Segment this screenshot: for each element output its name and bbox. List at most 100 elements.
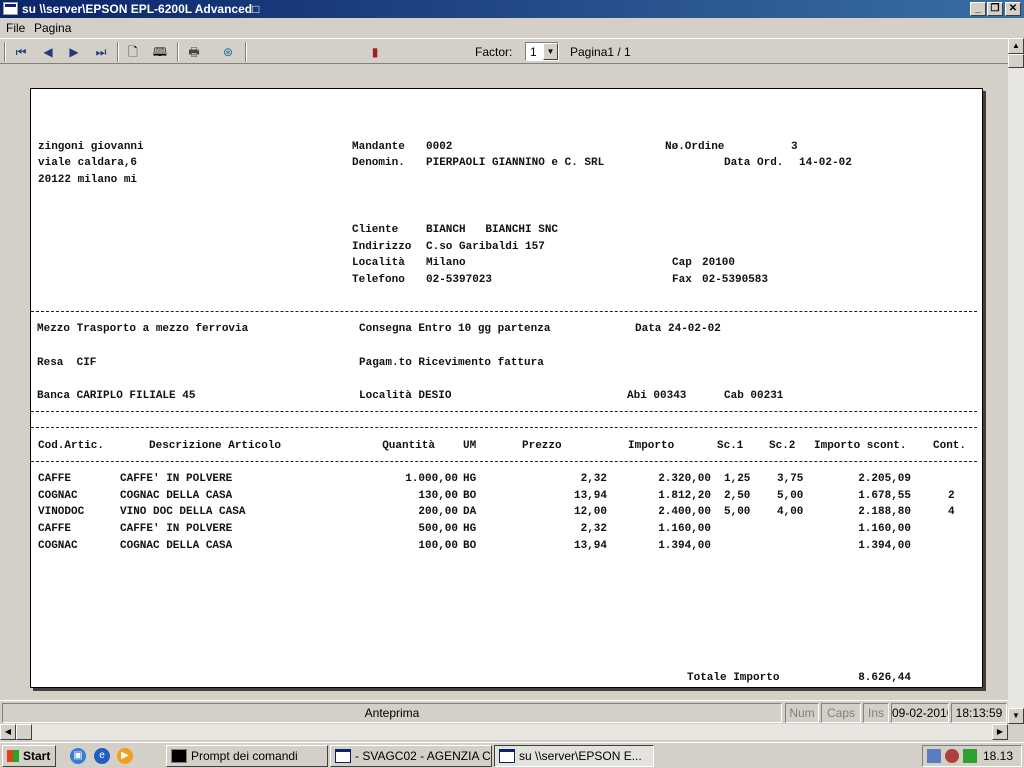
col-header-cont: Cont. <box>933 440 967 452</box>
telefono-label: Telefono <box>352 274 405 286</box>
system-tray: 18.13 <box>922 745 1022 767</box>
fax-value: 02-5390583 <box>702 274 769 286</box>
col-header-cod: Cod.Artic. <box>38 440 105 452</box>
table-cell-sc2: 5,00 <box>777 490 804 502</box>
status-bar: Anteprima Num Caps Ins 09-02-2016 18:13:… <box>0 700 1008 724</box>
indirizzo-value: C.so Garibaldi 157 <box>426 241 545 253</box>
mandante-value: 0002 <box>426 141 453 153</box>
show-desktop-icon[interactable]: ▣ <box>70 748 86 764</box>
col-header-sc1: Sc.1 <box>717 440 744 452</box>
sender-address: viale caldara,6 <box>38 157 138 169</box>
table-cell-scont: 1.394,00 <box>858 540 911 552</box>
col-header-um: UM <box>463 440 477 452</box>
table-cell-qta: 200,00 <box>418 506 458 518</box>
caps-lock-indicator: Caps <box>821 703 861 723</box>
table-cell-um: DA <box>463 506 477 518</box>
window-icon <box>499 749 515 763</box>
printer-icon[interactable]: 🖶 <box>185 43 203 61</box>
single-page-icon[interactable]: 🗋 <box>124 43 142 61</box>
taskbar-item-epson[interactable]: su \\server\EPSON E... <box>494 745 654 767</box>
mandante-label: Mandante <box>352 141 405 153</box>
media-player-icon[interactable]: ▶ <box>117 748 133 764</box>
dashed-separator <box>31 427 977 428</box>
maximize-button[interactable]: ❐ <box>987 2 1003 16</box>
cab: Cab 00231 <box>724 390 784 402</box>
toolbar-grip <box>4 42 6 62</box>
scroll-up-icon[interactable]: ▲ <box>1008 38 1024 54</box>
close-button[interactable]: ✕ <box>1005 2 1021 16</box>
table-cell-um: BO <box>463 540 477 552</box>
start-button[interactable]: Start <box>2 745 56 767</box>
minimize-button[interactable]: _ <box>970 2 986 16</box>
chevron-down-icon[interactable]: ▼ <box>543 43 558 60</box>
taskbar-item-label: Prompt dei comandi <box>191 749 298 763</box>
data-consegna: Data 24-02-02 <box>635 323 721 335</box>
console-icon <box>171 749 187 763</box>
resa: Resa CIF <box>37 357 97 369</box>
table-cell-cod: COGNAC <box>38 540 78 552</box>
table-cell-qta: 1.000,00 <box>405 473 458 485</box>
table-cell-desc: CAFFE' IN POLVERE <box>120 523 233 535</box>
table-cell-desc: VINO DOC DELLA CASA <box>120 506 246 518</box>
taskbar-item-prompt[interactable]: Prompt dei comandi <box>166 745 328 767</box>
first-page-icon[interactable]: ⏮ <box>12 43 30 61</box>
export-icon[interactable]: ⊛ <box>219 43 237 61</box>
data-ord-label: Data Ord. <box>724 157 784 169</box>
menu-pagina[interactable]: Pagina <box>34 21 71 35</box>
table-cell-importo: 2.400,00 <box>658 506 711 518</box>
consegna: Consegna Entro 10 gg partenza <box>359 323 551 335</box>
dashed-separator <box>31 411 977 412</box>
vertical-scroll-thumb[interactable] <box>1008 54 1024 68</box>
scroll-down-icon[interactable]: ▼ <box>1008 708 1024 724</box>
network-icon[interactable] <box>927 749 941 763</box>
localita-label: Località <box>352 257 405 269</box>
factor-select[interactable]: 1 ▼ <box>525 42 559 61</box>
table-cell-qta: 130,00 <box>418 490 458 502</box>
toolbar-separator <box>245 42 247 62</box>
page-indicator: Pagina1 / 1 <box>570 45 631 59</box>
taskbar-item-svagc02[interactable]: - SVAGC02 - AGENZIA C... <box>330 745 492 767</box>
app-window-icon[interactable] <box>3 2 18 15</box>
start-label: Start <box>23 749 51 763</box>
table-cell-cod: CAFFE <box>38 473 72 485</box>
status-date: 09-02-2016 <box>891 703 949 723</box>
last-page-icon[interactable]: ⏭ <box>92 43 110 61</box>
sender-name: zingoni giovanni <box>38 141 144 153</box>
scroll-right-icon[interactable]: ▶ <box>992 724 1008 740</box>
update-icon[interactable] <box>963 749 977 763</box>
scroll-left-icon[interactable]: ◀ <box>0 724 16 740</box>
table-cell-desc: COGNAC DELLA CASA <box>120 540 233 552</box>
table-cell-sc1: 5,00 <box>724 506 751 518</box>
col-header-sc2: Sc.2 <box>769 440 796 452</box>
exit-door-icon[interactable]: ▮ <box>366 43 384 61</box>
col-header-prezzo: Prezzo <box>522 440 562 452</box>
localita-banca: Località DESIO <box>359 390 452 402</box>
security-icon[interactable] <box>945 749 959 763</box>
internet-explorer-icon[interactable]: e <box>94 748 110 764</box>
window-title: su \\server\EPSON EPL-6200L Advanced□ <box>22 2 260 16</box>
table-cell-um: HG <box>463 473 477 485</box>
abi: Abi 00343 <box>627 390 687 402</box>
menu-file[interactable]: File <box>6 21 25 35</box>
table-cell-scont: 2.205,09 <box>858 473 911 485</box>
table-cell-sc2: 4,00 <box>777 506 804 518</box>
title-bar: su \\server\EPSON EPL-6200L Advanced□ _ … <box>0 0 1024 18</box>
cliente-label: Cliente <box>352 224 399 236</box>
horizontal-scroll-thumb[interactable] <box>16 724 32 740</box>
horizontal-scrollbar[interactable]: ◀ ▶ <box>0 724 1008 740</box>
next-page-icon[interactable]: ▶ <box>65 43 83 61</box>
system-clock: 18.13 <box>982 749 1013 763</box>
toolbar: ⏮ ◀ ▶ ⏭ 🗋 🕮 🖶 ⊛ ▮ Factor: 1 ▼ Pagina1 / … <box>0 38 1008 64</box>
table-cell-importo: 1.394,00 <box>658 540 711 552</box>
table-cell-prezzo: 13,94 <box>573 490 607 502</box>
table-cell-importo: 1.812,20 <box>658 490 711 502</box>
banca: Banca CARIPLO FILIALE 45 <box>37 390 196 402</box>
vertical-scrollbar[interactable]: ▲ ▼ <box>1008 38 1024 724</box>
taskbar-item-label: su \\server\EPSON E... <box>519 749 642 763</box>
pagamento: Pagam.to Ricevimento fattura <box>359 357 544 369</box>
prev-page-icon[interactable]: ◀ <box>39 43 57 61</box>
two-pages-icon[interactable]: 🕮 <box>151 43 169 61</box>
col-header-desc: Descrizione Articolo <box>149 440 282 452</box>
table-cell-um: HG <box>463 523 477 535</box>
table-cell-prezzo: 13,94 <box>573 540 607 552</box>
